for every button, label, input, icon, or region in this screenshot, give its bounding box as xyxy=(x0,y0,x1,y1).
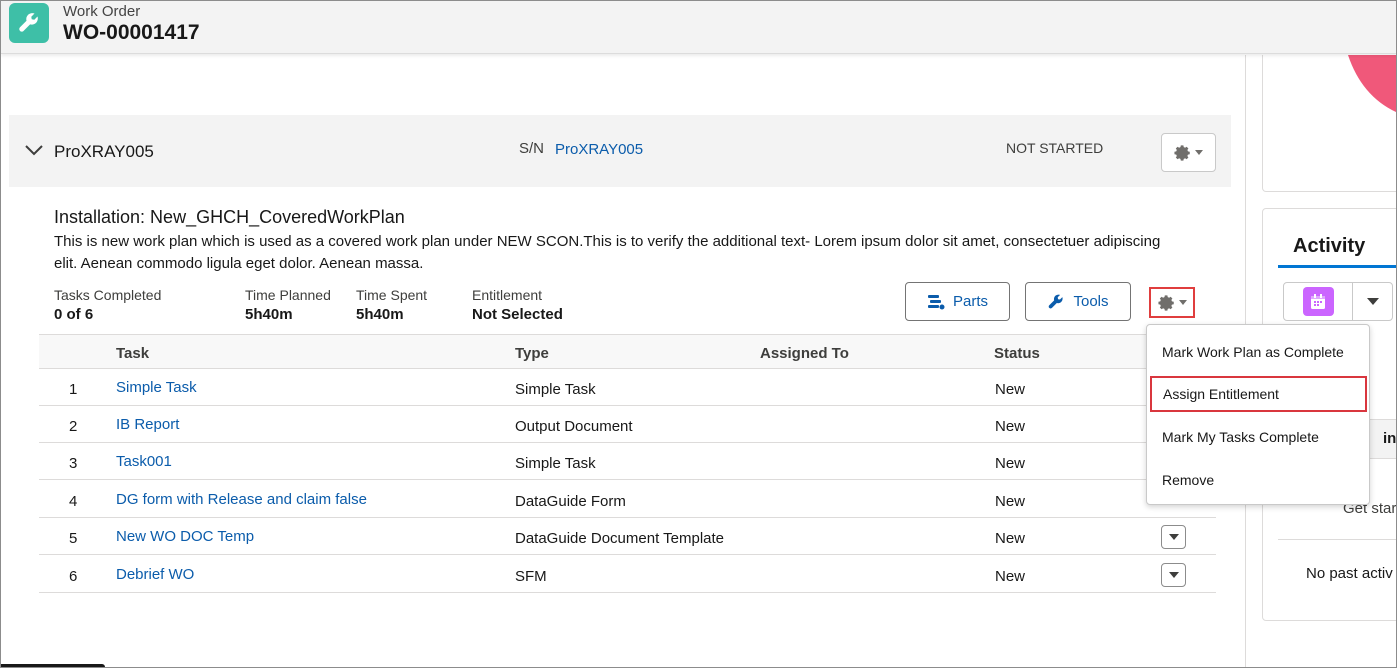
entitlement-value: Not Selected xyxy=(472,306,563,323)
wrench-icon xyxy=(9,3,49,43)
asset-actions-button[interactable] xyxy=(1161,133,1216,172)
gear-icon xyxy=(1157,294,1174,311)
gear-icon xyxy=(1174,144,1190,161)
parts-list-icon xyxy=(927,294,945,309)
tools-button-label: Tools xyxy=(1073,293,1109,310)
parts-button[interactable]: Parts xyxy=(905,282,1010,321)
asset-name: ProXRAY005 xyxy=(54,142,154,161)
asset-section-header: ProXRAY005 S/N ProXRAY005 NOT STARTED xyxy=(9,115,1231,187)
donut-chart-fragment xyxy=(1348,55,1396,113)
row-number: 3 xyxy=(69,455,78,472)
task-type: Simple Task xyxy=(515,455,596,472)
tasks-completed-label: Tasks Completed xyxy=(54,287,162,303)
serial-number-label: S/N xyxy=(519,140,545,157)
menu-item-remove[interactable]: Remove xyxy=(1147,462,1369,498)
parts-button-label: Parts xyxy=(952,293,988,310)
chart-card xyxy=(1262,55,1396,192)
caret-down-icon xyxy=(1195,149,1203,155)
time-planned-value: 5h40m xyxy=(245,306,293,323)
task-status: New xyxy=(995,455,1026,472)
column-header-status[interactable]: Status xyxy=(994,345,1040,362)
row-number: 4 xyxy=(69,493,78,510)
task-link[interactable]: Task001 xyxy=(116,453,172,470)
task-status: New xyxy=(995,418,1026,435)
column-header-type[interactable]: Type xyxy=(515,345,549,362)
task-link[interactable]: Simple Task xyxy=(116,379,197,396)
object-label: Work Order xyxy=(63,3,141,20)
task-type: Output Document xyxy=(515,418,633,435)
task-type: DataGuide Document Template xyxy=(515,530,725,547)
work-plan-title: Installation: New_GHCH_CoveredWorkPlan xyxy=(54,207,405,227)
task-link[interactable]: IB Report xyxy=(116,416,179,433)
record-title: WO-00001417 xyxy=(63,21,200,44)
row-number: 5 xyxy=(69,530,78,547)
divider xyxy=(1278,539,1396,540)
caret-down-icon xyxy=(1168,533,1179,540)
time-spent-value: 5h40m xyxy=(356,306,404,323)
task-status: New xyxy=(995,493,1026,510)
activity-more-button[interactable] xyxy=(1352,282,1393,321)
row-actions-button[interactable] xyxy=(1161,525,1186,549)
work-plan-actions-button[interactable] xyxy=(1149,287,1195,318)
menu-item-mark-work-plan-complete[interactable]: Mark Work Plan as Complete xyxy=(1147,334,1369,370)
table-row: 1 Simple Task Simple Task New xyxy=(39,369,1216,406)
no-past-activity-text: No past activ xyxy=(1306,565,1393,582)
entitlement-label: Entitlement xyxy=(472,287,543,303)
task-status: New xyxy=(995,568,1026,585)
row-number: 2 xyxy=(69,418,78,435)
task-status: New xyxy=(995,530,1026,547)
calendar-icon xyxy=(1302,287,1334,316)
task-type: Simple Task xyxy=(515,381,596,398)
task-link[interactable]: New WO DOC Temp xyxy=(116,528,254,545)
asset-status: NOT STARTED xyxy=(1006,140,1104,156)
row-number: 6 xyxy=(69,568,78,585)
column-header-assigned-to[interactable]: Assigned To xyxy=(760,345,849,362)
caret-down-icon xyxy=(1168,571,1179,578)
task-type: DataGuide Form xyxy=(515,493,626,510)
row-actions-button[interactable] xyxy=(1161,563,1186,587)
task-link[interactable]: Debrief WO xyxy=(116,566,194,583)
caret-down-icon xyxy=(1178,299,1187,305)
time-spent-label: Time Spent xyxy=(356,287,428,303)
activity-section-title: ing xyxy=(1383,430,1397,447)
work-plan-actions-menu: Mark Work Plan as Complete Assign Entitl… xyxy=(1146,324,1370,505)
serial-number-link[interactable]: ProXRAY005 xyxy=(555,141,643,158)
new-event-button[interactable] xyxy=(1283,282,1353,321)
activity-tab[interactable]: Activity xyxy=(1293,235,1365,258)
app-window: Work Order WO-00001417 ProXRAY005 S/N Pr… xyxy=(0,0,1397,668)
menu-item-mark-my-tasks-complete[interactable]: Mark My Tasks Complete xyxy=(1147,419,1369,455)
tools-button[interactable]: Tools xyxy=(1025,282,1131,321)
table-row: 3 Task001 Simple Task New xyxy=(39,443,1216,480)
task-type: SFM xyxy=(515,568,547,585)
task-status: New xyxy=(995,381,1026,398)
work-plan-description: This is new work plan which is used as a… xyxy=(54,233,1161,272)
row-number: 1 xyxy=(69,381,78,398)
table-row: 2 IB Report Output Document New xyxy=(39,406,1216,443)
table-row: 4 DG form with Release and claim false D… xyxy=(39,481,1216,518)
time-planned-label: Time Planned xyxy=(245,287,331,303)
column-header-task[interactable]: Task xyxy=(116,345,149,362)
task-link[interactable]: DG form with Release and claim false xyxy=(116,491,367,508)
tasks-completed-value: 0 of 6 xyxy=(54,306,94,323)
table-row: 6 Debrief WO SFM New xyxy=(39,556,1216,593)
wrench-icon xyxy=(1049,294,1064,308)
menu-item-assign-entitlement[interactable]: Assign Entitlement xyxy=(1150,376,1367,412)
caret-down-icon xyxy=(1366,297,1379,305)
taskbar-fragment xyxy=(1,664,105,667)
table-header: Task Type Assigned To Status xyxy=(39,334,1216,369)
active-tab-indicator xyxy=(1278,265,1396,268)
table-row: 5 New WO DOC Temp DataGuide Document Tem… xyxy=(39,518,1216,555)
record-header: Work Order WO-00001417 xyxy=(1,1,1396,54)
chevron-down-icon[interactable] xyxy=(24,143,44,157)
